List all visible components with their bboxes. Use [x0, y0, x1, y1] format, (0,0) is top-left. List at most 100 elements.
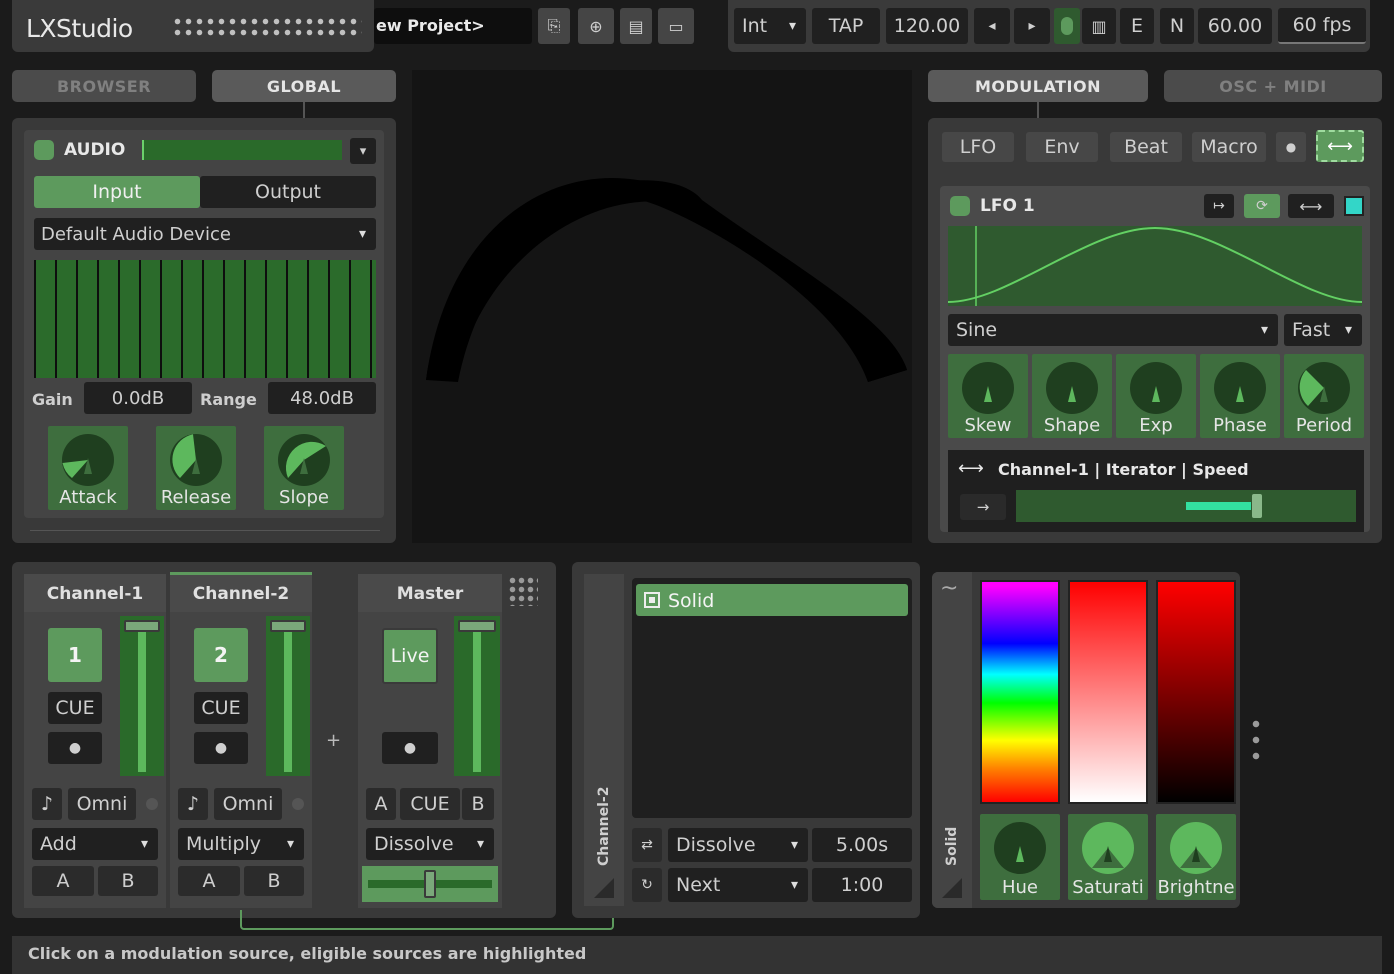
lfo-speed-select[interactable]: Fast — [1284, 314, 1362, 346]
modulation-wave-icon[interactable]: ~ — [940, 576, 958, 601]
crossfader-a-button[interactable]: A — [366, 788, 396, 820]
audio-output-tab[interactable]: Output — [200, 176, 376, 208]
crossfader-b-button[interactable]: B — [462, 788, 494, 820]
add-project-icon[interactable]: ⊕ — [578, 8, 614, 44]
hue-knob[interactable]: Hue — [980, 814, 1060, 900]
crossfader-handle[interactable] — [424, 870, 436, 898]
clock-source-select[interactable]: Int — [734, 8, 806, 44]
auto-cycle-toggle-icon[interactable]: ↻ — [632, 868, 662, 902]
tab-global[interactable]: GLOBAL — [212, 70, 396, 102]
master-fader[interactable] — [454, 616, 500, 776]
master-live-button[interactable]: Live — [382, 628, 438, 684]
more-options-icon[interactable] — [1250, 716, 1262, 764]
add-beat-button[interactable]: Beat — [1110, 132, 1182, 162]
channel-2-record-button[interactable]: ● — [194, 732, 248, 764]
frame-rate-field[interactable]: 60.00 — [1198, 8, 1272, 44]
exp-knob[interactable]: Exp — [1116, 354, 1196, 438]
channel-1-blend-select[interactable]: Add — [32, 828, 158, 860]
master-record-button[interactable]: ● — [382, 732, 438, 764]
channel-1-enable-button[interactable]: 1 — [48, 628, 102, 682]
tab-modulation[interactable]: MODULATION — [928, 70, 1148, 102]
midi-keyboard-icon[interactable]: ▥ — [1082, 8, 1116, 44]
channel-2-enable-button[interactable]: 2 — [194, 628, 248, 682]
audio-input-tab[interactable]: Input — [34, 176, 200, 208]
add-macro-button[interactable]: Macro — [1192, 132, 1266, 162]
channel-1-fader[interactable] — [120, 616, 164, 776]
tab-osc-midi[interactable]: OSC + MIDI — [1164, 70, 1382, 102]
tab-browser[interactable]: BROWSER — [12, 70, 196, 102]
e-toggle-button[interactable]: E — [1120, 8, 1154, 44]
channel-2-cue-button[interactable]: CUE — [194, 692, 248, 724]
preview-viewport[interactable] — [412, 70, 912, 543]
tempo-prev-button[interactable]: ◂ — [974, 8, 1010, 44]
skew-knob-dial — [962, 362, 1014, 414]
auto-cycle-select[interactable]: Next — [668, 868, 808, 902]
mixer-grid-icon[interactable] — [508, 576, 538, 606]
channel-2-fader[interactable] — [266, 616, 310, 776]
channel-2-omni-button[interactable]: Omni — [214, 788, 282, 820]
channel-2-b-button[interactable]: B — [244, 866, 304, 896]
crossfader-cue-button[interactable]: CUE — [400, 788, 460, 820]
channel-2-fader-handle[interactable] — [270, 620, 306, 632]
slope-knob[interactable]: Slope — [264, 426, 344, 510]
mapping-amount-slider[interactable] — [1016, 490, 1356, 522]
range-field[interactable]: 48.0dB — [268, 382, 376, 414]
hue-gradient[interactable] — [980, 580, 1060, 804]
attack-knob[interactable]: Attack — [48, 426, 128, 510]
channel-1-record-button[interactable]: ● — [48, 732, 102, 764]
audio-enable-toggle[interactable] — [34, 140, 54, 160]
audio-expand-button[interactable]: ▾ — [350, 138, 376, 164]
release-knob[interactable]: Release — [156, 426, 236, 510]
open-folder-icon[interactable]: ▭ — [658, 8, 694, 44]
channel-2-blend-select[interactable]: Multiply — [178, 828, 304, 860]
crossfader[interactable] — [362, 866, 498, 902]
saturation-knob[interactable]: Saturati — [1068, 814, 1148, 900]
lfo-trigger-icon[interactable]: ↦ — [1204, 194, 1234, 218]
mapping-polarity-button[interactable]: → — [960, 494, 1006, 520]
lfo-loop-icon[interactable]: ⟳ — [1244, 194, 1280, 218]
map-modulation-icon[interactable]: ⟷ — [1316, 130, 1364, 162]
channel-2-a-button[interactable]: A — [178, 866, 240, 896]
brightness-knob[interactable]: Brightne — [1156, 814, 1236, 900]
add-dot-button[interactable]: ● — [1276, 132, 1306, 162]
lfo-waveform-select[interactable]: Sine — [948, 314, 1278, 346]
tempo-next-button[interactable]: ▸ — [1014, 8, 1050, 44]
transition-time-field[interactable]: 5.00s — [812, 828, 912, 862]
tap-button[interactable]: TAP — [812, 8, 880, 44]
master-fader-handle[interactable] — [458, 620, 496, 632]
save-file-icon[interactable]: ▤ — [620, 8, 652, 44]
brightness-gradient[interactable] — [1156, 580, 1236, 804]
channel-1-fader-handle[interactable] — [124, 620, 160, 632]
channel-transition-select[interactable]: Dissolve — [668, 828, 808, 862]
tempo-indicator — [1054, 8, 1080, 44]
channel-2-midi-icon[interactable]: ♪ — [178, 788, 208, 820]
gain-field[interactable]: 0.0dB — [84, 382, 192, 414]
lfo-map-icon[interactable]: ⟷ — [1288, 194, 1334, 218]
saturation-gradient[interactable] — [1068, 580, 1148, 804]
audio-device-select[interactable]: Default Audio Device — [34, 218, 376, 250]
pattern-item-solid[interactable]: Solid — [636, 584, 908, 616]
cycle-time-field[interactable]: 1:00 — [812, 868, 912, 902]
lfo-color-swatch[interactable] — [1344, 196, 1364, 216]
channel-1-cue-button[interactable]: CUE — [48, 692, 102, 724]
lfo-enable-toggle[interactable] — [950, 196, 970, 216]
new-project-icon[interactable]: ⎘ — [538, 8, 570, 44]
audio-divider — [30, 530, 380, 531]
channel-1-midi-icon[interactable]: ♪ — [32, 788, 62, 820]
transition-toggle-icon[interactable]: ⇄ — [632, 828, 662, 862]
channel-1-a-button[interactable]: A — [32, 866, 94, 896]
master-transition-select[interactable]: Dissolve — [366, 828, 494, 860]
mapping-amount-handle[interactable] — [1252, 494, 1262, 518]
add-env-button[interactable]: Env — [1026, 132, 1098, 162]
channel-1-b-button[interactable]: B — [98, 866, 158, 896]
bpm-field[interactable]: 120.00 — [886, 8, 968, 44]
period-knob[interactable]: Period — [1284, 354, 1364, 438]
add-lfo-button[interactable]: LFO — [942, 132, 1014, 162]
channel-1-omni-button[interactable]: Omni — [68, 788, 136, 820]
phase-knob[interactable]: Phase — [1200, 354, 1280, 438]
shape-knob[interactable]: Shape — [1032, 354, 1112, 438]
n-toggle-button[interactable]: N — [1160, 8, 1194, 44]
skew-knob[interactable]: Skew — [948, 354, 1028, 438]
project-name-field[interactable]: ew Project> — [374, 8, 532, 44]
add-channel-button[interactable]: + — [326, 730, 341, 751]
